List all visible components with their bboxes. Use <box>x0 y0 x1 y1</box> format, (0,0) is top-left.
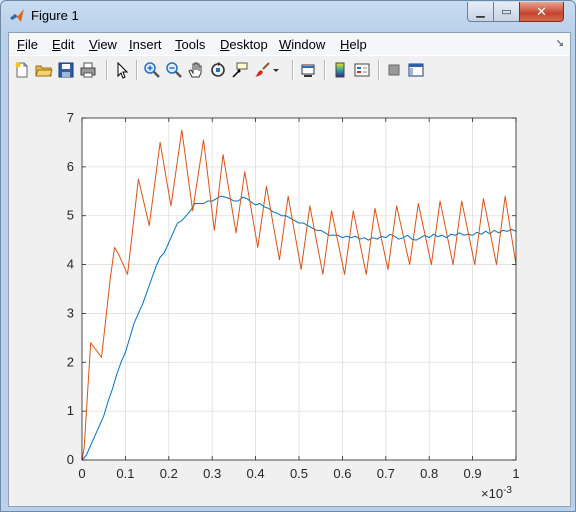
window-title: Figure 1 <box>31 8 79 23</box>
menu-file[interactable]: File <box>17 37 38 52</box>
y-tick-label: 4 <box>67 257 74 272</box>
menu-help[interactable]: Help <box>340 37 367 52</box>
zoom-out-icon[interactable] <box>165 61 183 79</box>
brush-dropdown-icon[interactable] <box>271 61 281 79</box>
link-plot-icon[interactable] <box>299 61 317 79</box>
maximize-icon: ▭ <box>501 6 512 18</box>
maximize-button[interactable]: ▭ <box>493 2 520 22</box>
rotate-3d-icon[interactable] <box>209 61 227 79</box>
menu-insert[interactable]: Insert <box>129 37 162 52</box>
minimize-button[interactable]: ▁ <box>467 2 494 22</box>
matlab-logo-icon <box>9 8 25 24</box>
hide-plot-tools-icon[interactable] <box>385 61 403 79</box>
x-tick-label: 0.6 <box>333 466 351 481</box>
x-tick-label: 0 <box>78 466 85 481</box>
menu-desktop[interactable]: Desktop <box>220 37 268 52</box>
toolbar-separator <box>106 60 108 80</box>
zoom-in-icon[interactable] <box>143 61 161 79</box>
y-tick-label: 2 <box>67 354 74 369</box>
legend-icon[interactable] <box>353 61 371 79</box>
x-tick-label: 0.2 <box>160 466 178 481</box>
figure-canvas[interactable]: 0 0.1 0.2 0.3 0.4 0.5 0.6 0.7 0.8 0.9 1 0 1 2 3 4 5 6 7 ×1… <box>9 84 570 506</box>
y-tick-label: 0 <box>67 452 74 467</box>
toolbar-separator <box>292 60 294 80</box>
minimize-icon: ▁ <box>476 6 485 18</box>
title-bar[interactable]: Figure 1 ▁ ▭ ✕ <box>1 1 575 32</box>
y-tick-label: 3 <box>67 305 74 320</box>
menu-bar: File Edit View Insert Tools Desktop Wind… <box>9 33 570 55</box>
dock-arrow-icon[interactable]: ↘ <box>556 38 564 49</box>
x-tick-label: 0.9 <box>464 466 482 481</box>
x-tick-label: 0.7 <box>377 466 395 481</box>
x-tick-label: 1 <box>512 466 519 481</box>
x-tick-label: 0.8 <box>420 466 438 481</box>
edit-plot-arrow-icon[interactable] <box>113 61 131 79</box>
figure-toolbar <box>9 55 570 85</box>
menu-edit[interactable]: Edit <box>52 37 74 52</box>
line-plot[interactable]: 0 0.1 0.2 0.3 0.4 0.5 0.6 0.7 0.8 0.9 1 0 1 2 3 4 5 6 7 ×1… <box>9 84 570 506</box>
close-button[interactable]: ✕ <box>519 2 564 22</box>
open-file-icon[interactable] <box>35 61 53 79</box>
y-tick-label: 7 <box>67 110 74 125</box>
y-tick-label: 5 <box>67 208 74 223</box>
y-tick-label: 1 <box>67 403 74 418</box>
y-tick-label: 6 <box>67 159 74 174</box>
show-plot-tools-icon[interactable] <box>407 61 425 79</box>
brush-icon[interactable] <box>253 61 271 79</box>
new-figure-icon[interactable] <box>13 61 31 79</box>
menu-view[interactable]: View <box>89 37 117 52</box>
x-tick-label: 0.5 <box>290 466 308 481</box>
toolbar-separator <box>136 60 138 80</box>
data-cursor-icon[interactable] <box>231 61 249 79</box>
pan-hand-icon[interactable] <box>187 61 205 79</box>
x-tick-label: 0.1 <box>116 466 134 481</box>
figure-window: Figure 1 ▁ ▭ ✕ File Edit View Insert Too… <box>0 0 576 512</box>
x-exponent-label: ×10-3 <box>481 485 512 501</box>
save-icon[interactable] <box>57 61 75 79</box>
figure-client-area: File Edit View Insert Tools Desktop Wind… <box>8 32 571 507</box>
x-tick-label: 0.4 <box>247 466 265 481</box>
print-icon[interactable] <box>79 61 97 79</box>
menu-tools[interactable]: Tools <box>175 37 205 52</box>
menu-window[interactable]: Window <box>279 37 325 52</box>
close-icon: ✕ <box>536 3 547 19</box>
toolbar-separator <box>378 60 380 80</box>
toolbar-separator <box>324 60 326 80</box>
colorbar-icon[interactable] <box>331 61 349 79</box>
x-tick-label: 0.3 <box>203 466 221 481</box>
